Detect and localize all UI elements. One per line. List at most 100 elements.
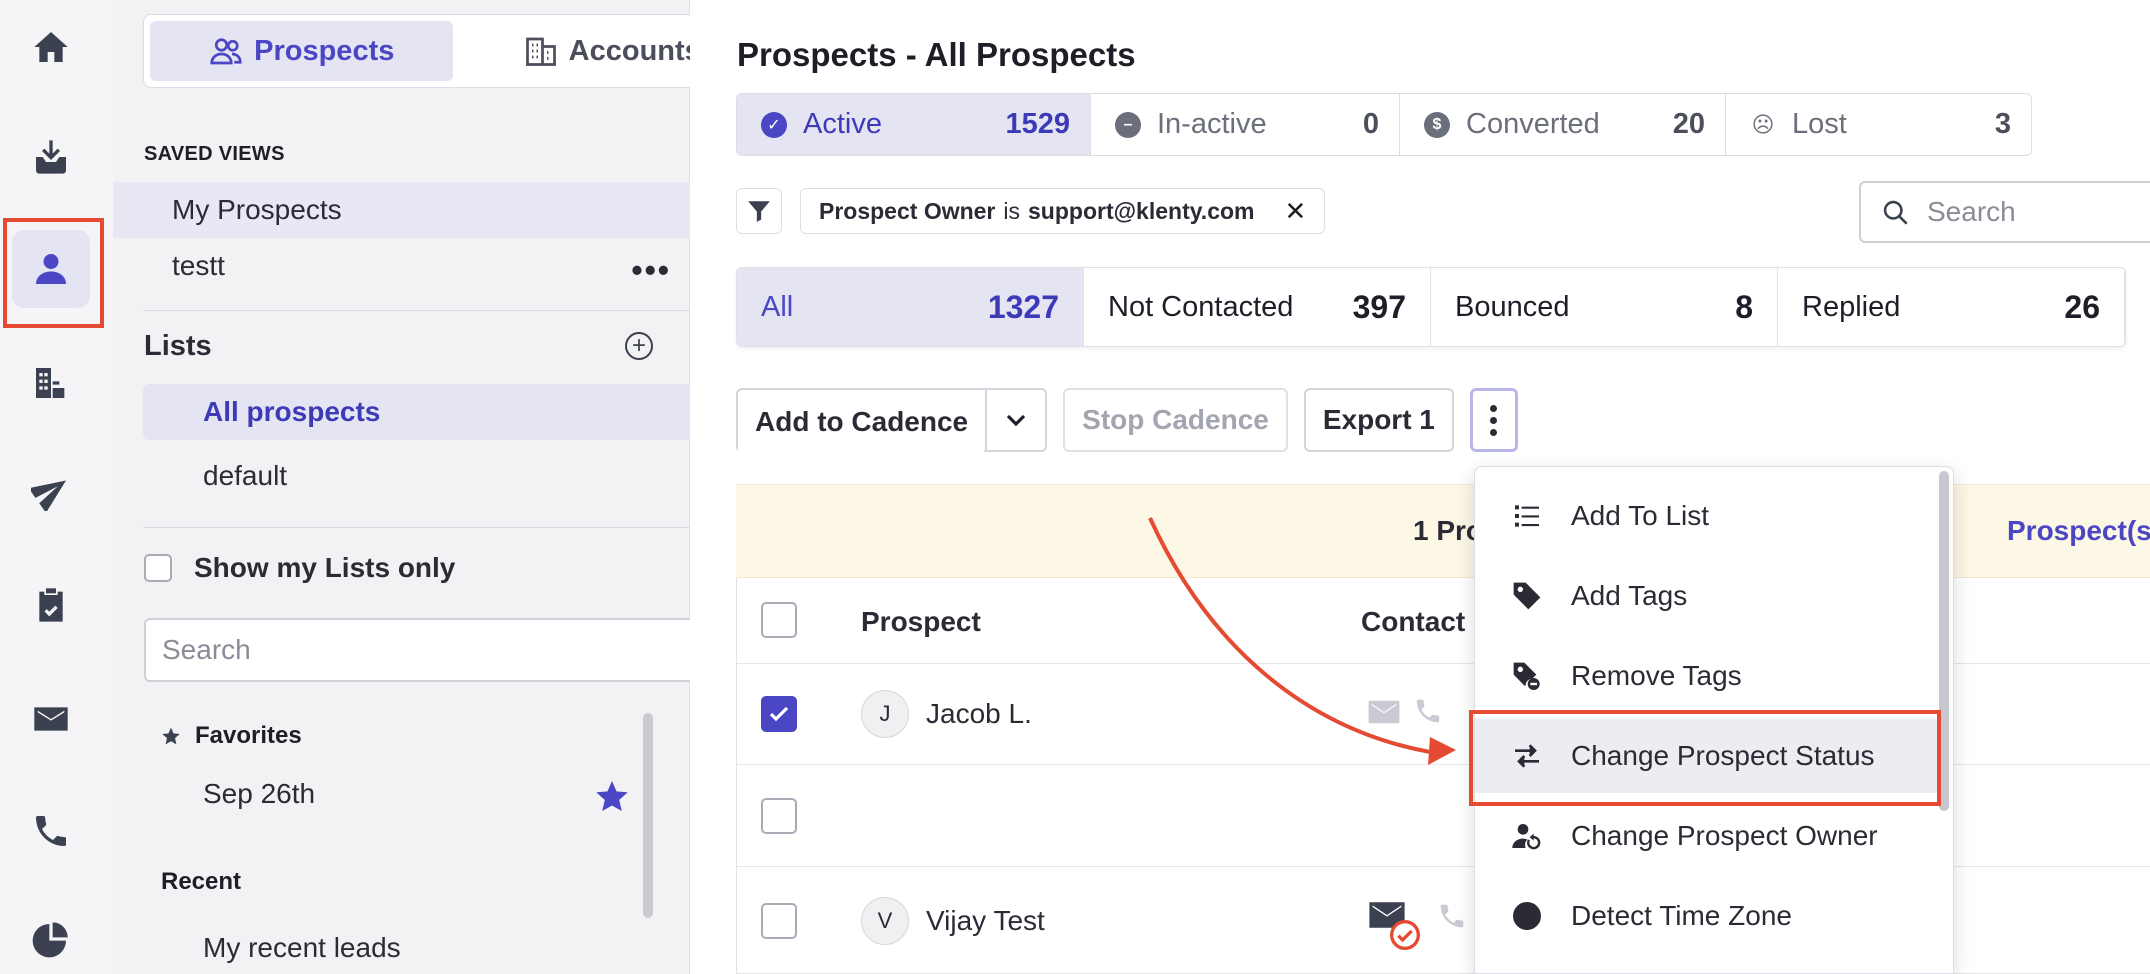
menu-item-change-prospect-status[interactable]: Change Prospect Status [1475, 719, 1941, 793]
page-title: Prospects - All Prospects [737, 36, 1136, 73]
search-icon [1883, 200, 1908, 225]
menu-item-label: Change Prospect Owner [1571, 820, 1878, 851]
tab-converted[interactable]: $ Converted 20 [1400, 94, 1726, 155]
lists-title: Lists [144, 330, 212, 362]
inbox-icon[interactable] [12, 118, 90, 196]
subtab-count: 1327 [987, 288, 1059, 325]
entity-toggle: Prospects Accounts [143, 14, 770, 88]
list-item[interactable]: All prospects [143, 384, 770, 440]
menu-item-remove-tags[interactable]: Remove Tags [1475, 639, 1941, 713]
subtab-label: Replied [1802, 290, 1901, 323]
avatar: J [861, 690, 909, 738]
recent-item[interactable]: My recent leads [203, 932, 401, 964]
add-to-cadence-group: Add to Cadence [736, 388, 1048, 454]
filter-operator: is [1003, 197, 1021, 224]
show-my-lists-toggle[interactable]: Show my Lists only [144, 552, 455, 584]
subtab-not-contacted[interactable]: Not Contacted 397 [1084, 268, 1431, 346]
tab-lost[interactable]: ☹ Lost 3 [1726, 94, 2031, 155]
home-icon[interactable] [12, 8, 90, 86]
filter-value: support@klenty.com [1028, 197, 1255, 224]
phone-icon[interactable] [12, 792, 90, 870]
sidebar-scrollbar[interactable] [643, 713, 653, 918]
recent-title: Recent [161, 868, 242, 895]
row-checkbox[interactable] [761, 696, 797, 732]
tab-count: 0 [1362, 108, 1379, 140]
tab-count: 1529 [1005, 108, 1070, 140]
menu-item-add-to-list[interactable]: Add To List [1475, 479, 1941, 553]
column-header-prospect[interactable]: Prospect [861, 606, 981, 638]
list-search-input[interactable] [144, 618, 770, 682]
accounts-toggle-label: Accounts [568, 34, 701, 67]
prospect-name[interactable]: Jacob L. [926, 698, 1032, 730]
send-icon[interactable] [12, 452, 90, 530]
row-checkbox[interactable] [761, 903, 797, 939]
tab-active[interactable]: ✓ Active 1529 [737, 94, 1091, 155]
filter-button[interactable] [736, 188, 782, 234]
phone-icon[interactable] [1437, 901, 1467, 931]
show-my-lists-checkbox[interactable] [144, 554, 172, 582]
tab-label: Lost [1792, 108, 1847, 140]
subtab-replied[interactable]: Replied 26 [1778, 268, 2125, 346]
phone-icon[interactable] [1413, 696, 1443, 726]
filter-icon [748, 201, 770, 222]
building-icon [525, 37, 556, 66]
accounts-icon[interactable] [12, 344, 90, 422]
prospects-toggle-button[interactable]: Prospects [150, 21, 453, 81]
select-all-checkbox[interactable] [761, 602, 797, 638]
clock-icon [1513, 902, 1541, 930]
tab-label: Active [803, 108, 882, 140]
tag-icon [1513, 582, 1541, 610]
menu-item-add-tags[interactable]: Add Tags [1475, 559, 1941, 633]
filter-chip[interactable]: Prospect Owner is support@klenty.com ✕ [800, 188, 1326, 234]
menu-item-label: Add Tags [1571, 580, 1688, 611]
subtab-count: 8 [1735, 288, 1753, 325]
list-item[interactable]: default [143, 448, 770, 504]
menu-item-label: Remove Tags [1571, 660, 1742, 691]
show-my-lists-label: Show my Lists only [194, 552, 456, 583]
menu-scrollbar[interactable] [1939, 471, 1949, 811]
prospect-search[interactable] [1859, 181, 2150, 243]
menu-item-label: Change Prospect Status [1571, 740, 1875, 771]
add-list-icon[interactable]: + [625, 332, 653, 360]
status-tabs: ✓ Active 1529 – In-active 0 $ Converted … [736, 93, 2032, 156]
reports-icon[interactable] [12, 900, 90, 974]
check-circle-icon: ✓ [761, 111, 787, 138]
column-header-contact[interactable]: Contact [1361, 606, 1465, 638]
saved-view-item[interactable]: testt [113, 238, 690, 294]
subtab-bounced[interactable]: Bounced 8 [1431, 268, 1778, 346]
menu-item-change-prospect-owner[interactable]: Change Prospect Owner [1475, 799, 1941, 873]
engagement-tabs: All 1327 Not Contacted 397 Bounced 8 Rep… [736, 267, 2126, 347]
user-refresh-icon [1512, 824, 1541, 850]
email-opened-badge-icon [1390, 920, 1420, 950]
subtab-count: 26 [2064, 288, 2100, 325]
export-button[interactable]: Export 1 [1303, 388, 1454, 452]
star-filled-icon[interactable] [594, 778, 630, 814]
subtab-all[interactable]: All 1327 [737, 268, 1084, 346]
tab-label: Converted [1466, 108, 1600, 140]
menu-item-detect-time-zone[interactable]: Detect Time Zone [1475, 879, 1941, 953]
divider [143, 527, 770, 528]
search-input[interactable] [1927, 196, 2150, 228]
tasks-icon[interactable] [12, 566, 90, 644]
stop-cadence-button[interactable]: Stop Cadence [1063, 388, 1288, 452]
prospect-name[interactable]: Vijay Test [926, 905, 1045, 937]
more-options-icon[interactable]: ••• [631, 252, 671, 289]
chevron-down-icon[interactable] [985, 390, 1045, 450]
tab-inactive[interactable]: – In-active 0 [1091, 94, 1400, 155]
close-icon[interactable]: ✕ [1285, 196, 1307, 227]
star-icon [162, 727, 180, 745]
subtab-label: All [761, 290, 794, 323]
subtab-label: Bounced [1455, 290, 1570, 323]
more-actions-button[interactable] [1469, 388, 1518, 452]
add-to-cadence-button[interactable]: Add to Cadence [738, 390, 986, 454]
nav-rail [0, 0, 113, 974]
prospects-icon[interactable] [12, 230, 90, 308]
mail-icon[interactable] [1367, 698, 1401, 726]
favorite-item[interactable]: Sep 26th [203, 778, 315, 810]
dollar-circle-icon: $ [1424, 111, 1450, 138]
row-checkbox[interactable] [761, 798, 797, 834]
saved-view-item[interactable]: My Prospects [113, 182, 690, 238]
select-all-link[interactable]: Prospect(s) [2007, 515, 2150, 547]
mail-icon[interactable] [12, 680, 90, 758]
tab-count: 20 [1672, 108, 1705, 140]
